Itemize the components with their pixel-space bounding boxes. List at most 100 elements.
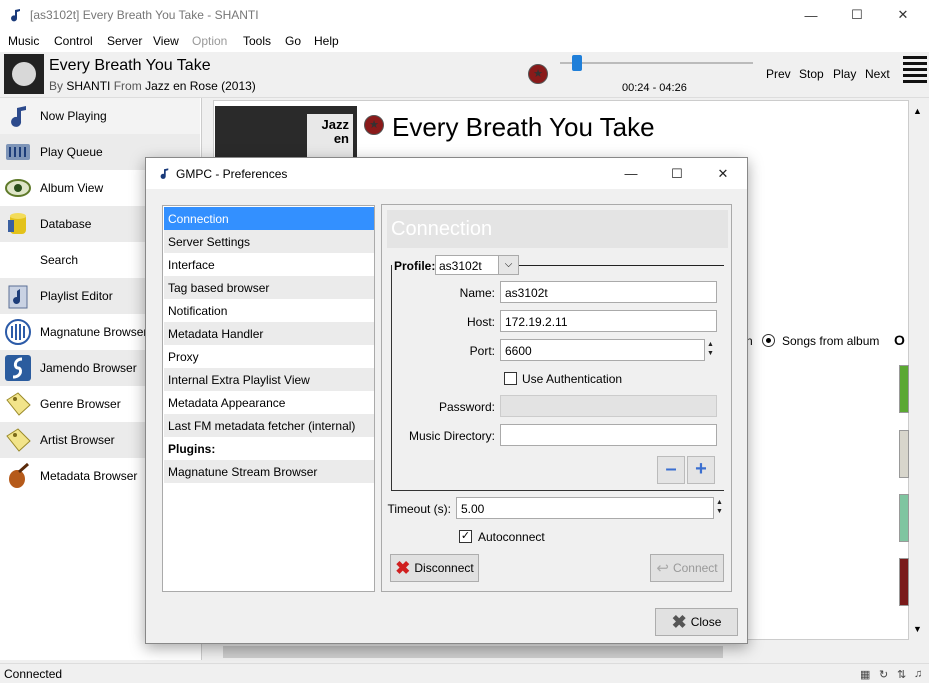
pref-item-extra-playlist[interactable]: Internal Extra Playlist View [164,368,374,391]
pref-item-tag-browser[interactable]: Tag based browser [164,276,374,299]
prev-button[interactable]: Prev [766,67,791,81]
name-field[interactable]: as3102t [500,281,717,303]
pref-item-proxy[interactable]: Proxy [164,345,374,368]
menu-option[interactable]: Option [192,34,227,48]
sidebar-item-label: Playlist Editor [40,289,113,303]
favorite-star-icon[interactable]: ★ [528,64,548,84]
vertical-scrollbar[interactable]: ▲ ▼ [909,100,927,640]
dialog-maximize-button[interactable]: ☐ [654,158,700,189]
scroll-up-icon[interactable]: ▲ [913,106,922,116]
by-label: By [49,79,64,93]
menu-music[interactable]: Music [8,34,39,48]
songs-from-album-radio[interactable] [762,334,775,347]
pref-item-server-settings[interactable]: Server Settings [164,230,374,253]
password-field[interactable] [500,395,717,417]
connect-button[interactable]: ↩ Connect [650,554,724,582]
seek-bar[interactable] [560,62,753,64]
close-button[interactable]: ✖ Close [655,608,738,636]
gmpc-app-icon [160,167,169,179]
chevron-down-icon[interactable]: ⌵ [498,255,519,275]
status-tray-icon[interactable]: ▦ [860,668,874,681]
stop-button[interactable]: Stop [799,67,824,81]
sidebar-item-label: Artist Browser [40,433,115,447]
main-menu-icon[interactable] [903,56,927,90]
scroll-thumb[interactable] [223,646,723,658]
panel-header: Connection [387,210,728,248]
sidebar-item-label: Play Queue [40,145,103,159]
menu-bar: Music Control Server View Option Tools G… [0,30,929,52]
queue-icon [6,144,30,160]
status-text: Connected [4,667,63,681]
menu-control[interactable]: Control [54,34,93,48]
window-title: [as3102t] Every Breath You Take - SHANTI [30,8,259,22]
music-directory-field[interactable] [500,424,717,446]
menu-server[interactable]: Server [107,34,142,48]
close-icon: ✖ [671,611,687,632]
pref-item-metadata-appearance[interactable]: Metadata Appearance [164,391,374,414]
use-authentication-label: Use Authentication [522,372,623,386]
pref-item-lastfm[interactable]: Last FM metadata fetcher (internal) [164,414,374,437]
scroll-down-icon[interactable]: ▼ [913,624,922,634]
minimize-button[interactable]: — [788,0,834,30]
disconnect-button[interactable]: ✖ Disconnect [390,554,479,582]
dialog-title-bar: GMPC - Preferences — ☐ ✕ [146,158,747,189]
album-thumb[interactable] [899,430,909,478]
pref-item-notification[interactable]: Notification [164,299,374,322]
sidebar-item-label: Search [40,253,79,267]
status-bar: Connected ▦ ↻ ⇅ ♫ [0,663,929,683]
sidebar-item-label: Genre Browser [40,397,121,411]
pref-item-metadata-handler[interactable]: Metadata Handler [164,322,374,345]
cover-text: Jazz en [307,114,353,160]
timeout-field[interactable]: 5.00 [456,497,714,519]
preferences-dialog: GMPC - Preferences — ☐ ✕ Connection Serv… [145,157,748,644]
remove-profile-button[interactable]: – [657,456,685,484]
pref-item-plugins-header: Plugins: [168,442,216,456]
autoconnect-checkbox[interactable]: ✓ [459,530,472,543]
volume-icon[interactable]: ♫ [914,668,928,680]
dialog-minimize-button[interactable]: — [608,158,654,189]
album-thumb[interactable] [899,494,909,542]
host-field[interactable]: 172.19.2.11 [500,310,717,332]
port-field[interactable]: 6600 [500,339,705,361]
menu-help[interactable]: Help [314,34,339,48]
album-cover-large: Jazz en [215,106,357,164]
dialog-close-button[interactable]: ✕ [700,158,746,189]
album-thumb[interactable] [899,558,909,606]
use-authentication-checkbox[interactable] [504,372,517,385]
sidebar-item-label: Album View [40,181,104,195]
album-thumb[interactable] [899,365,909,413]
pref-item-connection[interactable]: Connection [164,207,374,230]
play-button[interactable]: Play [833,67,856,81]
timeout-label: Timeout (s): [387,502,451,516]
menu-go[interactable]: Go [285,34,301,48]
minus-icon: – [665,458,677,480]
violin-icon [9,462,29,488]
close-window-button[interactable]: ✕ [880,0,926,30]
pref-item-magnatune-stream[interactable]: Magnatune Stream Browser [164,460,374,483]
favorite-star-large-icon[interactable]: ★ [364,115,384,135]
profile-frame-line [519,265,724,266]
horizontal-scrollbar[interactable] [205,644,909,660]
port-stepper[interactable]: ▲ ▼ [706,340,715,360]
host-label: Host: [466,315,495,329]
repeat-icon[interactable]: ↻ [879,668,893,681]
maximize-button[interactable]: ☐ [834,0,880,30]
seek-knob[interactable] [572,55,582,71]
timeout-stepper[interactable]: ▲ ▼ [715,498,724,518]
menu-view[interactable]: View [153,34,179,48]
add-profile-button[interactable]: + [687,456,715,484]
gmpc-app-icon [11,8,20,22]
menu-tools[interactable]: Tools [243,34,271,48]
single-mode-icon[interactable]: ⇅ [897,668,911,681]
connect-icon: ↩ [656,560,669,577]
profile-label: Profile: [394,259,436,273]
next-button[interactable]: Next [865,67,890,81]
tag-icon [6,392,31,416]
sidebar-item-now-playing[interactable]: Now Playing [0,98,200,134]
artist-link[interactable]: SHANTI [66,79,110,93]
album-link[interactable]: Jazz en Rose (2013) [145,79,256,93]
name-label: Name: [459,286,495,300]
autoconnect-label: Autoconnect [478,530,545,544]
pref-item-interface[interactable]: Interface [164,253,374,276]
plus-icon: + [695,458,707,480]
